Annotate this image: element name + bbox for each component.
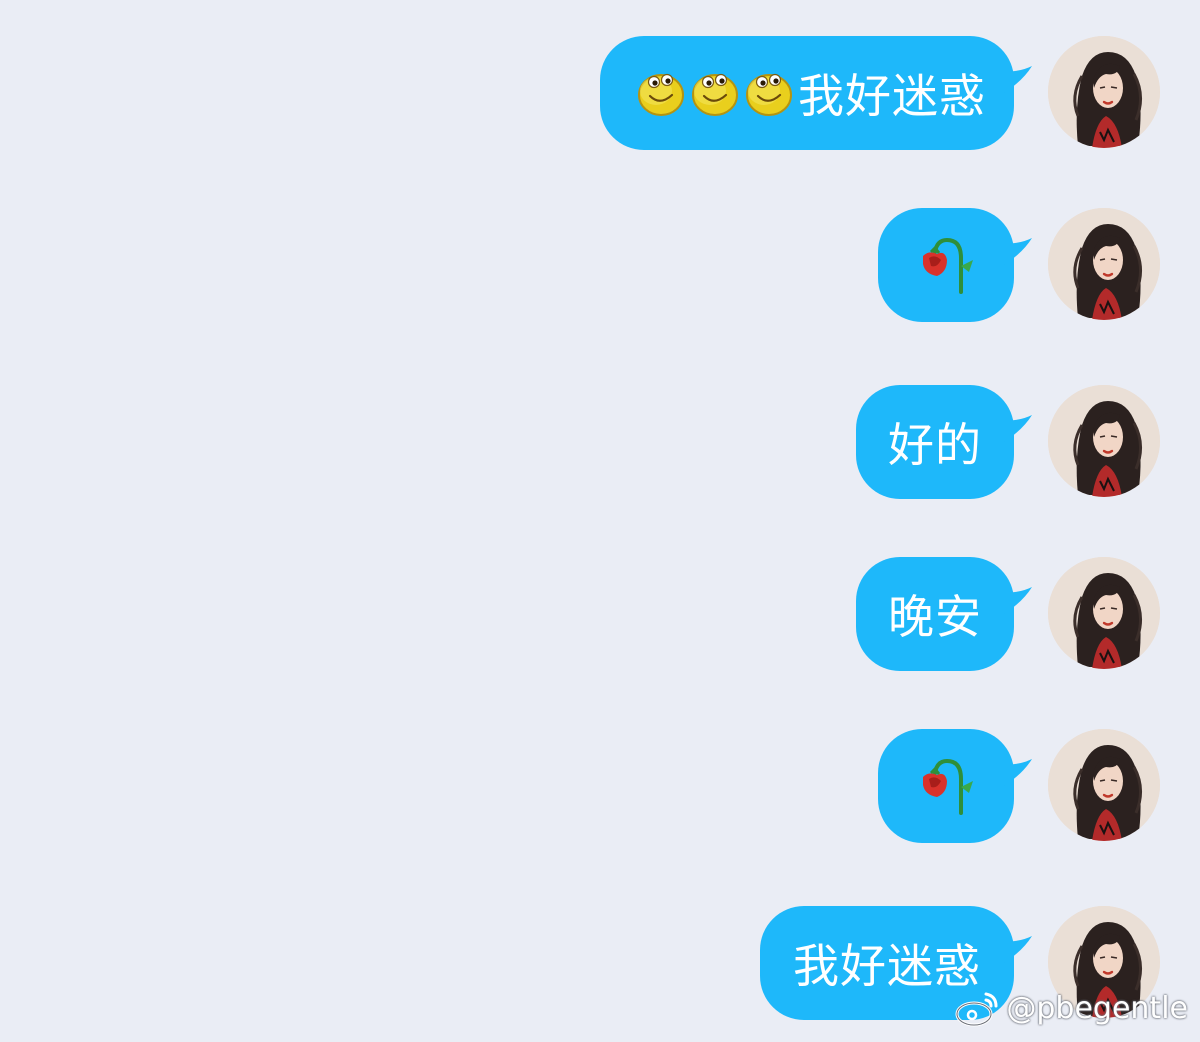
wilted-rose-icon (911, 751, 981, 821)
message-text: 晚安 (888, 590, 982, 644)
message-row: 好的 (0, 385, 1200, 505)
message-bubble[interactable] (878, 729, 1014, 843)
watermark: @pbegentle (954, 988, 1188, 1028)
avatar[interactable] (1048, 385, 1160, 497)
message-text: 我好迷惑 (793, 939, 981, 993)
message-row (0, 729, 1200, 849)
avatar[interactable] (1048, 208, 1160, 320)
bubble-tail (996, 934, 1032, 964)
message-bubble[interactable]: 晚安 (856, 557, 1014, 671)
weibo-icon (955, 992, 998, 1027)
message-bubble[interactable] (878, 208, 1014, 322)
avatar[interactable] (1048, 557, 1160, 669)
watermark-text: @pbegentle (1006, 990, 1188, 1026)
smiley-icon (690, 68, 740, 118)
message-bubble[interactable]: 我好迷惑 (600, 36, 1014, 150)
bubble-tail (996, 585, 1032, 615)
bubble-tail (996, 413, 1032, 443)
message-text: 好的 (888, 418, 982, 472)
message-row (0, 208, 1200, 328)
wilted-rose-icon (911, 230, 981, 300)
avatar[interactable] (1048, 36, 1160, 148)
avatar[interactable] (1048, 729, 1160, 841)
smiley-icon (636, 68, 686, 118)
message-row: 晚安 (0, 557, 1200, 677)
message-text: 我好迷惑 (798, 69, 986, 123)
bubble-tail (996, 236, 1032, 266)
message-row: 我好迷惑 (0, 36, 1200, 156)
bubble-tail (996, 64, 1032, 94)
smiley-icon (744, 68, 794, 118)
bubble-tail (996, 757, 1032, 787)
message-bubble[interactable]: 好的 (856, 385, 1014, 499)
